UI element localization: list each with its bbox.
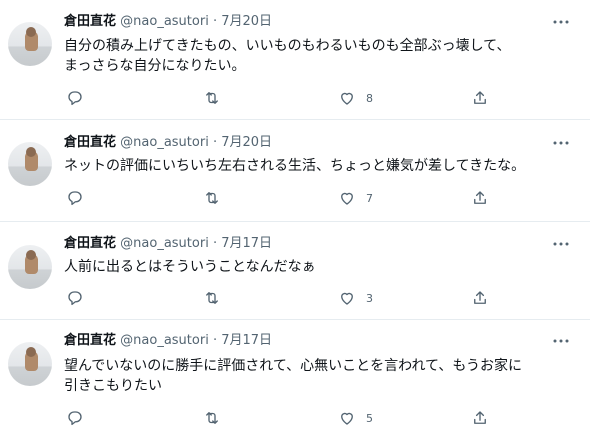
retweet-icon <box>206 192 218 204</box>
avatar[interactable] <box>8 22 52 66</box>
tweet-text-line: ネットの評価にいちいち左右される生活、ちょっと嫌気が差してきたな。 <box>64 158 526 174</box>
tweet-header: 倉田直花 @nao_asutori · 7月17日 <box>64 333 272 349</box>
retweet-button[interactable] <box>202 408 222 428</box>
like-count: 8 <box>366 91 373 105</box>
share-button[interactable] <box>471 408 489 428</box>
author-handle[interactable]: @nao_asutori <box>120 14 209 29</box>
more-horizontal-icon[interactable] <box>552 241 570 247</box>
author-handle[interactable]: @nao_asutori <box>120 236 209 251</box>
like-count: 5 <box>366 411 373 425</box>
tweet-text: ネットの評価にいちいち左右される生活、ちょっと嫌気が差してきたな。 <box>64 156 574 176</box>
reply-icon <box>68 191 82 206</box>
reply-icon <box>68 91 82 106</box>
tweet-date[interactable]: 7月20日 <box>221 135 272 150</box>
tweet-text: 望んでいないのに勝手に評価されて、心無いことを言われて、もうお家に 引きこもりた… <box>64 356 574 396</box>
retweet-button[interactable] <box>202 188 222 208</box>
avatar[interactable] <box>8 342 52 386</box>
tweet-actions: 3 <box>0 288 590 308</box>
retweet-icon <box>206 92 218 104</box>
author-name[interactable]: 倉田直花 <box>64 135 116 150</box>
author-handle[interactable]: @nao_asutori <box>120 333 209 348</box>
reply-button[interactable] <box>66 188 84 208</box>
tweet-actions: 8 <box>0 88 590 108</box>
tweet-text-line: まっさらな自分になりたい。 <box>64 58 246 74</box>
like-icon <box>341 192 353 205</box>
tweet[interactable]: 倉田直花 @nao_asutori · 7月17日 人前に出るとはそういうことな… <box>0 222 590 320</box>
separator: · <box>212 14 218 29</box>
retweet-icon <box>206 292 218 304</box>
tweet-date[interactable]: 7月20日 <box>221 14 272 29</box>
tweet[interactable]: 倉田直花 @nao_asutori · 7月17日 望んでいないのに勝手に評価さ… <box>0 320 590 442</box>
tweet[interactable]: 倉田直花 @nao_asutori · 7月20日 自分の積み上げてきたもの、い… <box>0 0 590 120</box>
share-button[interactable] <box>471 188 489 208</box>
tweet-actions: 7 <box>0 188 590 208</box>
retweet-button[interactable] <box>202 88 222 108</box>
separator: · <box>212 333 218 348</box>
reply-icon <box>68 411 82 426</box>
more-horizontal-icon[interactable] <box>552 140 570 146</box>
tweet-text-line: 自分の積み上げてきたもの、いいものもわるいものも全部ぶっ壊して、 <box>64 38 511 54</box>
reply-button[interactable] <box>66 408 84 428</box>
share-button[interactable] <box>471 288 489 308</box>
tweet-text-line: 人前に出るとはそういうことなんだなぁ <box>64 259 316 275</box>
tweet-actions: 5 <box>0 408 590 428</box>
share-icon <box>474 291 486 304</box>
retweet-button[interactable] <box>202 288 222 308</box>
reply-button[interactable] <box>66 88 84 108</box>
tweet-header: 倉田直花 @nao_asutori · 7月20日 <box>64 14 272 30</box>
share-button[interactable] <box>471 88 489 108</box>
tweet-text-line: 引きこもりたい <box>64 378 162 394</box>
like-icon <box>341 412 353 425</box>
author-name[interactable]: 倉田直花 <box>64 333 116 348</box>
tweet-text-line: 望んでいないのに勝手に評価されて、心無いことを言われて、もうお家に <box>64 358 522 374</box>
like-count: 3 <box>366 291 373 305</box>
like-button[interactable]: 3 <box>338 288 373 308</box>
like-icon <box>341 92 353 105</box>
avatar[interactable] <box>8 245 52 289</box>
share-icon <box>474 191 486 204</box>
share-icon <box>474 411 486 424</box>
share-icon <box>474 91 486 104</box>
retweet-icon <box>206 412 218 424</box>
more-horizontal-icon[interactable] <box>552 338 570 344</box>
like-button[interactable]: 7 <box>338 188 373 208</box>
tweet-date[interactable]: 7月17日 <box>221 236 272 251</box>
tweet-text: 人前に出るとはそういうことなんだなぁ <box>64 257 574 277</box>
like-count: 7 <box>366 191 373 205</box>
reply-icon <box>68 291 82 306</box>
tweet-header: 倉田直花 @nao_asutori · 7月20日 <box>64 135 272 151</box>
author-name[interactable]: 倉田直花 <box>64 14 116 29</box>
author-handle[interactable]: @nao_asutori <box>120 135 209 150</box>
tweet[interactable]: 倉田直花 @nao_asutori · 7月20日 ネットの評価にいちいち左右さ… <box>0 120 590 222</box>
author-name[interactable]: 倉田直花 <box>64 236 116 251</box>
tweet-header: 倉田直花 @nao_asutori · 7月17日 <box>64 236 272 252</box>
tweet-date[interactable]: 7月17日 <box>221 333 272 348</box>
avatar[interactable] <box>8 142 52 186</box>
like-button[interactable]: 5 <box>338 408 373 428</box>
separator: · <box>212 236 218 251</box>
reply-button[interactable] <box>66 288 84 308</box>
like-icon <box>341 292 353 305</box>
like-button[interactable]: 8 <box>338 88 373 108</box>
tweet-text: 自分の積み上げてきたもの、いいものもわるいものも全部ぶっ壊して、 まっさらな自分… <box>64 36 574 76</box>
separator: · <box>212 135 218 150</box>
more-horizontal-icon[interactable] <box>552 19 570 25</box>
